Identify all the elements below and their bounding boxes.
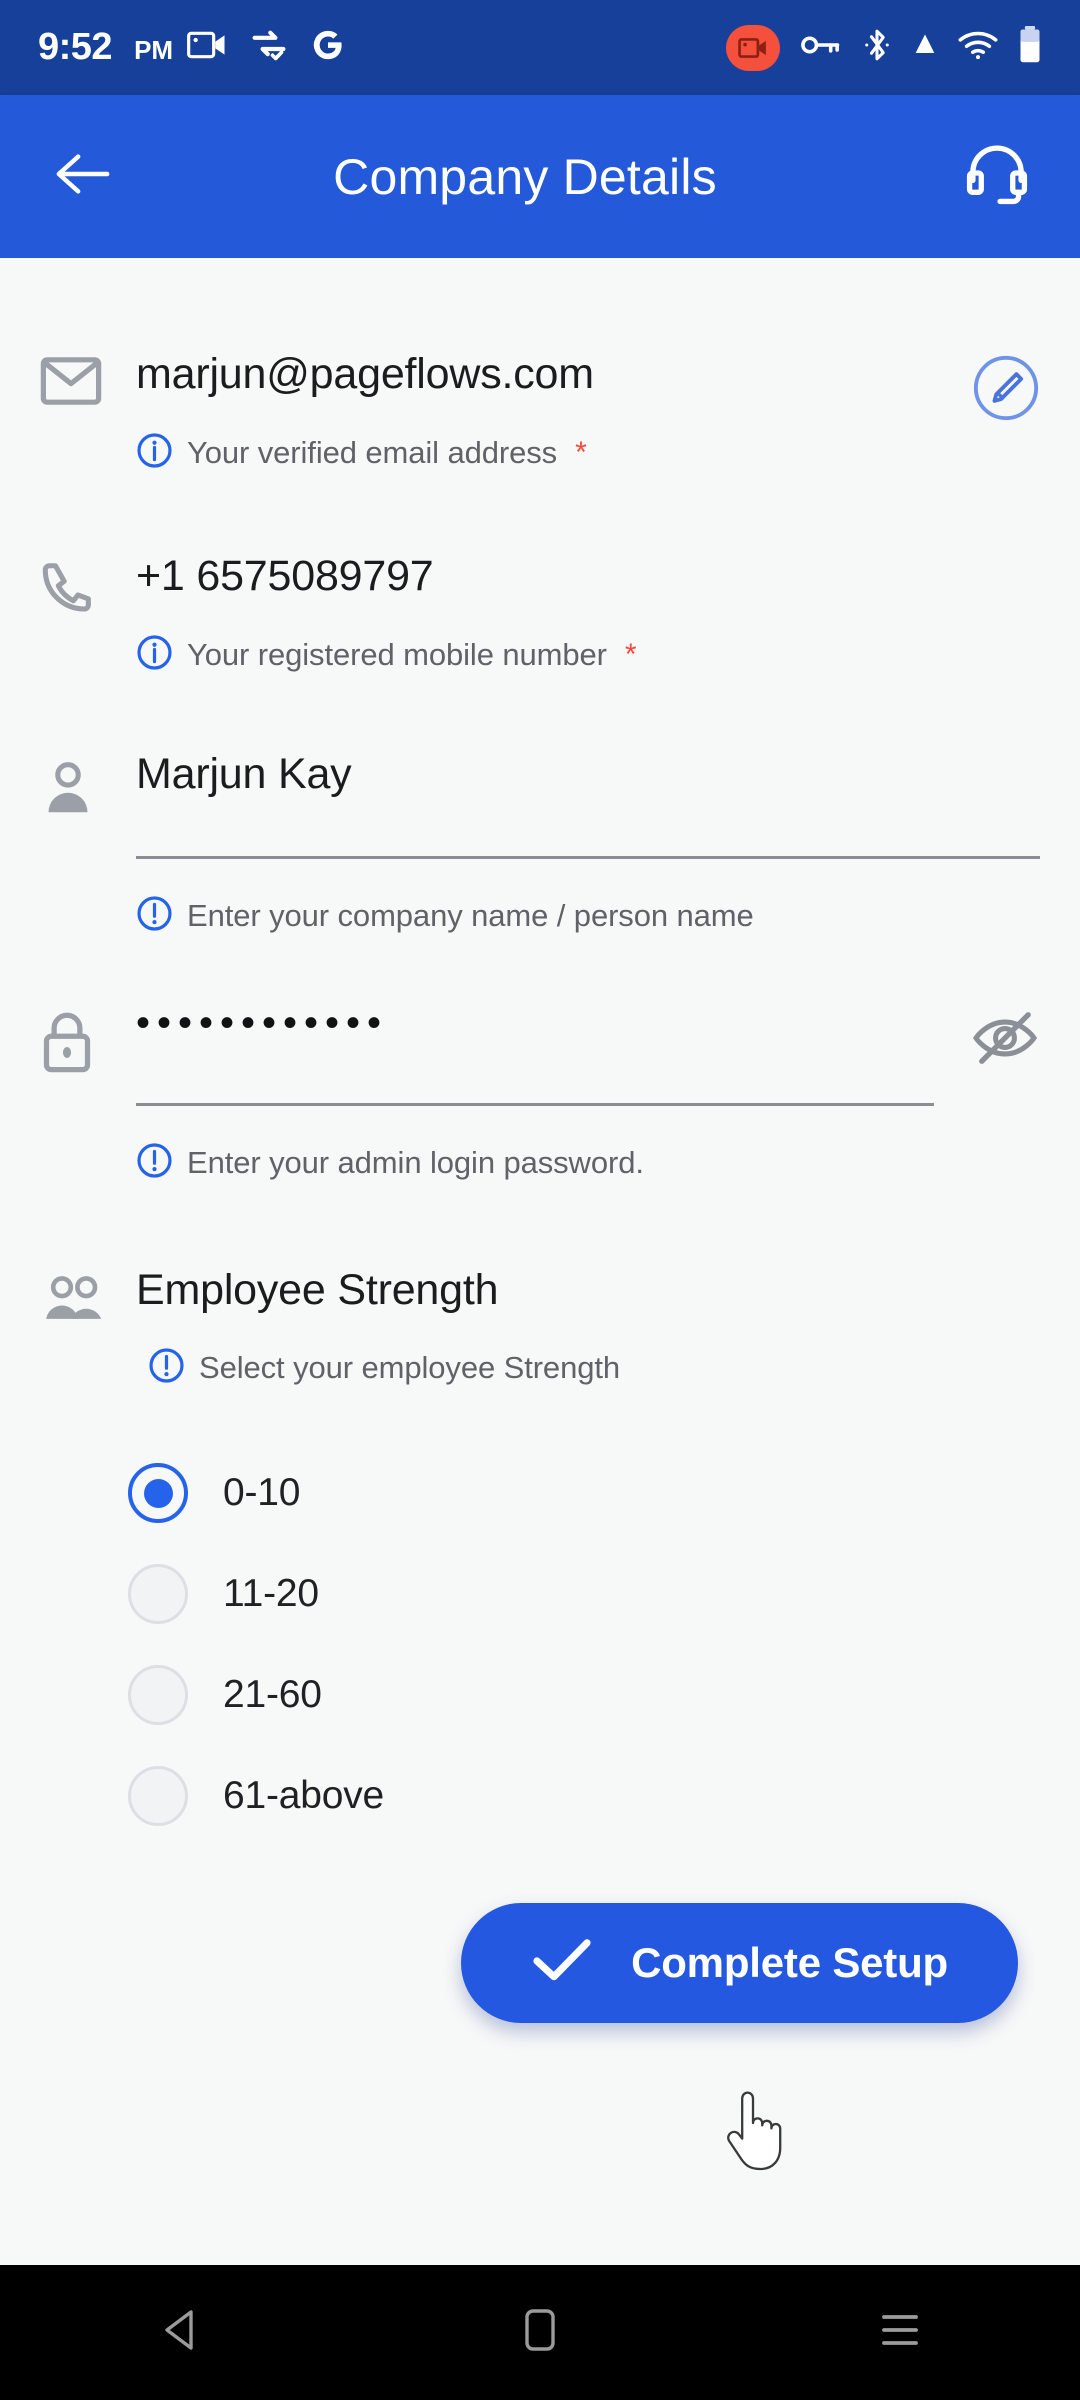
radio-option-0-10[interactable]: 0-10 [128,1443,1080,1544]
info-circle-icon [136,634,173,676]
screen-recording-active-badge [726,24,780,71]
pencil-edit-button[interactable] [972,354,1040,427]
phone-field-main: +1 6575089797 Your registered mobile num… [136,552,1040,676]
eye-off-icon[interactable] [970,1009,1040,1072]
complete-setup-button[interactable]: Complete Setup [461,1902,1018,2023]
email-hint-text: Your verified email address [187,435,558,471]
vpn-key-icon [800,32,842,63]
info-circle-icon [136,432,173,474]
radio-indicator [128,1665,188,1726]
password-field-row: •••••••••••• Enter your admin login pass… [0,1003,1080,1184]
complete-setup-label: Complete Setup [631,1938,948,1986]
password-hint-text: Enter your admin login password. [187,1145,644,1181]
cta-wrap: Complete Setup [0,1902,1080,2023]
phone-screen: 9:52 PM Company Details marjun@pageflows… [0,0,1080,2400]
employee-strength-hint-text: Select your employee Strength [199,1349,621,1385]
envelope-icon [40,356,102,411]
radio-label: 11-20 [223,1572,319,1616]
people-group-icon [40,1274,106,1331]
name-hint-text: Enter your company name / person name [187,898,754,934]
status-bar-right-icons [726,24,1042,71]
password-hint: Enter your admin login password. [136,1142,934,1184]
exclamation-circle-icon [148,1347,185,1389]
name-underline [136,856,1040,860]
nav-recents-button[interactable] [830,2265,970,2400]
employee-strength-hint: Select your employee Strength [136,1347,1040,1389]
password-underline [136,1103,934,1107]
status-bar-time: 9:52 [38,26,113,68]
name-hint: Enter your company name / person name [136,895,1040,937]
person-icon-wrap [40,750,136,823]
android-nav-bar [0,2265,1080,2400]
name-field-row: Marjun Kay Enter your company name / per… [0,750,1080,937]
person-icon [40,760,96,823]
battery-icon [1018,26,1042,69]
radio-indicator [128,1463,188,1524]
check-icon [531,1936,593,1989]
support-button[interactable] [954,134,1040,220]
status-bar-ampm: PM [134,35,174,65]
form-content: marjun@pageflows.com Your verified email… [0,258,1080,2265]
radio-label: 0-10 [223,1471,301,1515]
signal-icon [912,33,938,62]
wifi-icon [958,30,998,65]
app-bar: Company Details [0,95,1080,258]
employee-strength-row: Employee Strength Select your employee S… [0,1266,1080,1388]
phone-icon [40,558,98,621]
email-required-star: * [575,436,587,470]
email-field-row: marjun@pageflows.com Your verified email… [0,350,1080,474]
radio-option-61-above[interactable]: 61-above [128,1746,1080,1847]
employee-strength-radio-group: 0-10 11-20 21-60 61-above [0,1443,1080,1847]
name-input[interactable]: Marjun Kay [136,750,1040,798]
envelope-icon-wrap [40,350,136,411]
employee-strength-label: Employee Strength [136,1266,499,1315]
name-field-main: Marjun Kay Enter your company name / per… [136,750,1040,937]
data-transfer-check-icon [249,29,289,66]
email-field-main: marjun@pageflows.com Your verified email… [136,350,944,474]
email-edit-wrap [944,350,1040,427]
google-g-icon [311,28,345,67]
email-value: marjun@pageflows.com [136,350,594,398]
phone-hint-text: Your registered mobile number [187,637,607,673]
exclamation-circle-icon [136,1142,173,1184]
radio-label: 61-above [223,1774,385,1818]
lock-icon [40,1011,94,1078]
nav-back-button[interactable] [110,2265,250,2400]
status-bar-left: 9:52 PM [38,26,173,69]
employee-strength-main: Employee Strength Select your employee S… [136,1266,1040,1388]
page-title: Company Details [333,148,717,205]
phone-hint: Your registered mobile number * [136,634,1040,676]
radio-dot [143,1478,173,1508]
nav-recents-lines-icon [878,2309,922,2356]
nav-back-triangle-icon [158,2307,202,2358]
nav-home-square-icon [522,2307,558,2358]
phone-icon-wrap [40,552,136,621]
people-group-icon-wrap [40,1266,136,1331]
lock-icon-wrap [40,1003,136,1078]
radio-indicator [128,1564,188,1625]
screen-record-icon [187,30,227,65]
headset-icon [964,141,1030,212]
bluetooth-icon [862,27,892,68]
password-field-main: •••••••••••• Enter your admin login pass… [136,1003,934,1184]
radio-option-11-20[interactable]: 11-20 [128,1544,1080,1645]
phone-field-row: +1 6575089797 Your registered mobile num… [0,552,1080,676]
radio-option-21-60[interactable]: 21-60 [128,1645,1080,1746]
email-hint: Your verified email address * [136,432,944,474]
nav-home-button[interactable] [470,2265,610,2400]
phone-required-star: * [624,638,637,672]
exclamation-circle-icon [136,895,173,937]
phone-value: +1 6575089797 [136,552,434,601]
password-input[interactable]: •••••••••••• [136,1003,934,1043]
status-bar: 9:52 PM [0,0,1080,95]
radio-label: 21-60 [223,1673,322,1717]
password-toggle-wrap [934,1003,1040,1072]
radio-indicator [128,1766,188,1827]
status-bar-left-icons [187,28,345,67]
